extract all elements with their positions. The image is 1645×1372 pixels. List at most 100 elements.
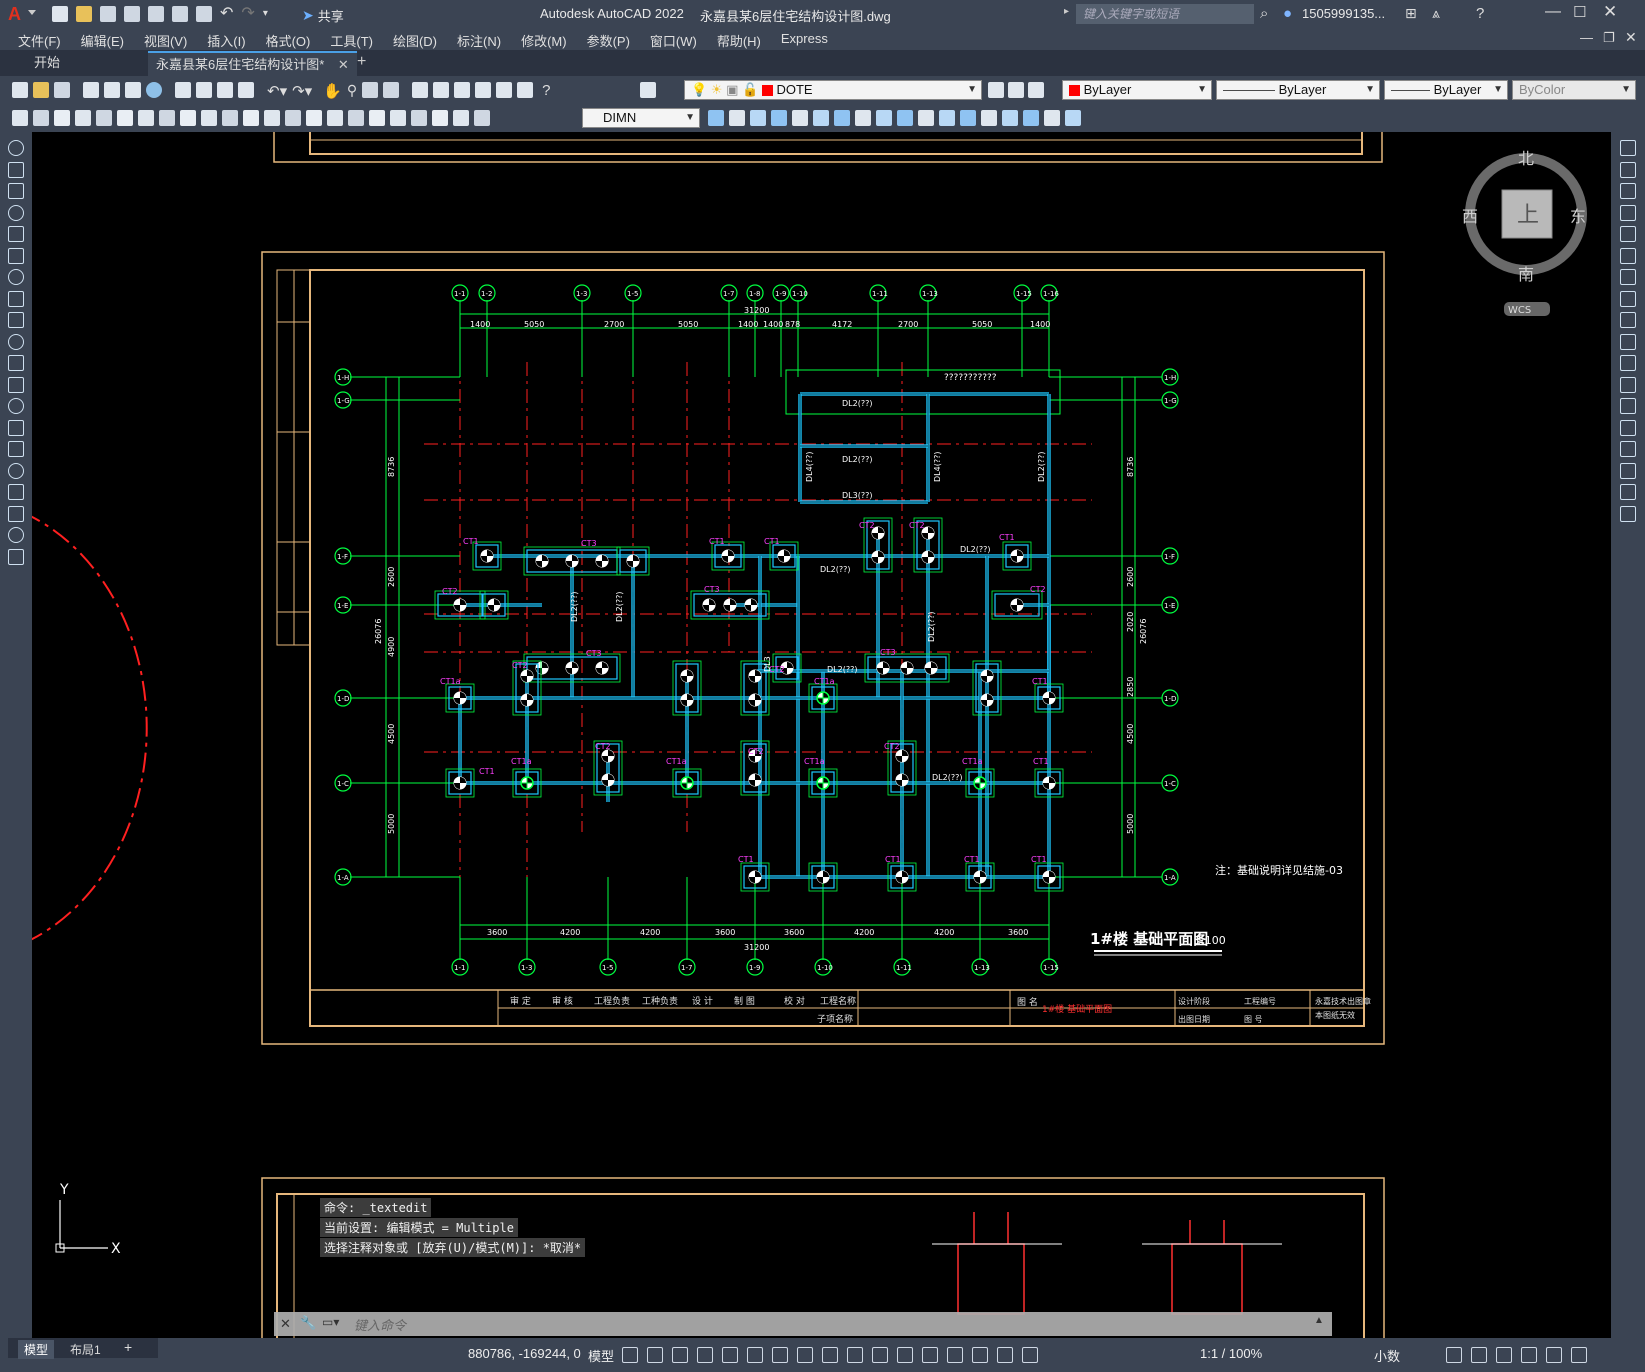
copy-obj-icon[interactable] — [729, 110, 745, 126]
menu-item[interactable]: 参数(P) — [587, 31, 630, 50]
move-tool-icon[interactable] — [1620, 247, 1636, 264]
extend-icon[interactable] — [855, 110, 871, 126]
break-point-tool-icon[interactable] — [1620, 376, 1636, 393]
copy-tool-icon[interactable] — [1620, 161, 1636, 178]
lock-ui-icon[interactable] — [1471, 1347, 1487, 1363]
array-tool-icon[interactable] — [1620, 226, 1636, 242]
scale-tool-icon[interactable] — [1620, 290, 1636, 307]
stretch-tool-icon[interactable] — [1620, 312, 1636, 328]
diameter-dim-icon[interactable] — [201, 110, 217, 126]
trim-icon[interactable] — [834, 110, 850, 126]
command-recent-icon[interactable]: ▭▾ — [322, 1315, 339, 1329]
pan-icon[interactable]: ✋ — [323, 82, 342, 100]
dim-style-manager-icon[interactable] — [12, 110, 28, 126]
arc-length-icon[interactable] — [117, 110, 133, 126]
menu-item[interactable]: Express — [781, 31, 828, 50]
3d-osnap-toggle-icon[interactable] — [897, 1347, 913, 1363]
drawing-canvas[interactable]: 审 定 审 核 工程负责 工种负责 设 计 制 图 校 对 工程名称 子项名称 图 名 1#楼… — [32, 132, 1611, 1338]
customize-icon[interactable] — [1571, 1347, 1587, 1363]
multiline-text-icon[interactable] — [8, 527, 24, 543]
join-icon[interactable] — [897, 110, 913, 126]
viewcube[interactable]: 上 北 南 东 西 WCS — [1462, 149, 1587, 316]
save-as-icon[interactable] — [124, 6, 140, 22]
isodraft-toggle-icon[interactable] — [747, 1347, 763, 1363]
menu-item[interactable]: 标注(N) — [457, 31, 501, 50]
osnap-track-toggle-icon[interactable] — [772, 1347, 788, 1363]
zoom-previous-icon[interactable] — [383, 82, 400, 98]
tolerance-icon[interactable] — [348, 110, 364, 126]
doc-close-icon[interactable]: ✕ — [1625, 29, 1637, 46]
print-icon[interactable] — [83, 82, 99, 98]
annotation-visibility-toggle-icon[interactable] — [997, 1347, 1013, 1363]
user-name[interactable]: 1505999135... — [1302, 6, 1385, 21]
command-history-toggle-icon[interactable]: ▲ — [1314, 1315, 1324, 1326]
infer-toggle-icon[interactable] — [672, 1347, 688, 1363]
viewcube-west[interactable]: 西 — [1462, 207, 1478, 226]
menu-item[interactable]: 文件(F) — [18, 31, 61, 50]
add-selected-icon[interactable] — [8, 548, 24, 565]
tool-palettes-icon[interactable] — [454, 82, 471, 98]
arc-icon[interactable] — [8, 247, 24, 264]
lineweight-dropdown[interactable]: ——— ByLayer ▼ — [1384, 80, 1508, 100]
dim-text-edit-icon[interactable] — [432, 110, 448, 126]
move-icon[interactable] — [708, 110, 724, 126]
command-line[interactable]: ✕ 🔧 ▭▾ 键入命令 ▲ — [274, 1312, 1332, 1336]
viewcube-east[interactable]: 东 — [1570, 207, 1586, 226]
offset-icon[interactable] — [1002, 110, 1018, 126]
aligned-dim-icon[interactable] — [96, 110, 112, 126]
search-expand-icon[interactable]: ▸ — [1064, 6, 1069, 17]
isolate-objects-icon[interactable] — [1496, 1347, 1512, 1363]
share-button[interactable]: ➤ 共享 — [302, 6, 344, 25]
export-icon[interactable] — [148, 6, 164, 22]
table-icon[interactable] — [8, 505, 24, 522]
ordinate-dim-icon[interactable] — [138, 110, 154, 126]
dim-space-icon[interactable] — [306, 110, 322, 126]
3d-dwf-icon[interactable] — [146, 82, 162, 98]
menu-item[interactable]: 编辑(E) — [81, 31, 124, 50]
cart-icon[interactable]: ⊞ — [1405, 5, 1417, 22]
radius-dim-icon[interactable] — [159, 110, 175, 126]
undo-toolbar-icon[interactable]: ↶▾ — [267, 82, 287, 100]
linear-dim-icon[interactable] — [75, 110, 91, 126]
jogged-dim-icon[interactable] — [180, 110, 196, 126]
make-block-icon[interactable] — [8, 398, 24, 414]
array-icon[interactable] — [981, 110, 997, 126]
viewcube-south[interactable]: 南 — [1518, 265, 1534, 284]
scale-icon[interactable] — [813, 110, 829, 126]
hardware-acceleration-icon[interactable] — [1521, 1347, 1537, 1363]
dim-update-icon[interactable] — [33, 110, 49, 126]
zoom-window-icon[interactable] — [362, 82, 379, 98]
rotate-icon[interactable] — [771, 110, 787, 126]
gradient-icon[interactable] — [8, 462, 24, 479]
autocad-logo-icon[interactable]: A — [8, 4, 21, 25]
user-icon[interactable]: ● — [1283, 5, 1292, 22]
osnap-toggle-icon[interactable] — [797, 1347, 813, 1363]
join-tool-icon[interactable] — [1620, 419, 1636, 436]
menu-item[interactable]: 绘图(D) — [393, 31, 437, 50]
break-tool-icon[interactable] — [1620, 398, 1636, 414]
open-icon[interactable] — [76, 6, 92, 22]
command-customize-icon[interactable]: 🔧 — [300, 1315, 316, 1331]
polyline-icon[interactable] — [8, 183, 24, 199]
customize-qat-icon[interactable]: ▾ — [263, 6, 268, 22]
erase-tool-icon[interactable] — [1620, 140, 1636, 156]
snap-toggle-icon[interactable] — [647, 1347, 663, 1363]
copy-icon[interactable] — [196, 82, 212, 98]
layer-state-icon[interactable] — [1028, 82, 1044, 98]
app-menu-chevron-icon[interactable] — [28, 10, 36, 15]
point-icon[interactable] — [8, 419, 24, 436]
revision-cloud-icon[interactable] — [8, 290, 24, 307]
doc-restore-icon[interactable]: ❐ — [1603, 30, 1615, 46]
units-display[interactable]: 小数 — [1374, 1346, 1400, 1365]
menu-item[interactable]: 窗口(W) — [650, 31, 697, 50]
layer-dropdown[interactable]: 💡 ☀ ▣ 🔓 DOTE ▼ — [684, 80, 982, 100]
circle-icon[interactable] — [8, 269, 24, 285]
auto-scale-toggle-icon[interactable] — [1022, 1347, 1038, 1363]
search-icon[interactable]: ⌕ — [1260, 5, 1268, 22]
a360-icon[interactable]: ⩓ — [1432, 5, 1440, 22]
add-layout-icon[interactable]: + — [124, 1339, 132, 1355]
undo-icon[interactable]: ↶ — [220, 6, 233, 22]
minimize-icon[interactable]: — — [1545, 3, 1561, 21]
construction-line-icon[interactable] — [8, 161, 24, 178]
viewcube-wcs[interactable]: WCS — [1508, 305, 1531, 316]
